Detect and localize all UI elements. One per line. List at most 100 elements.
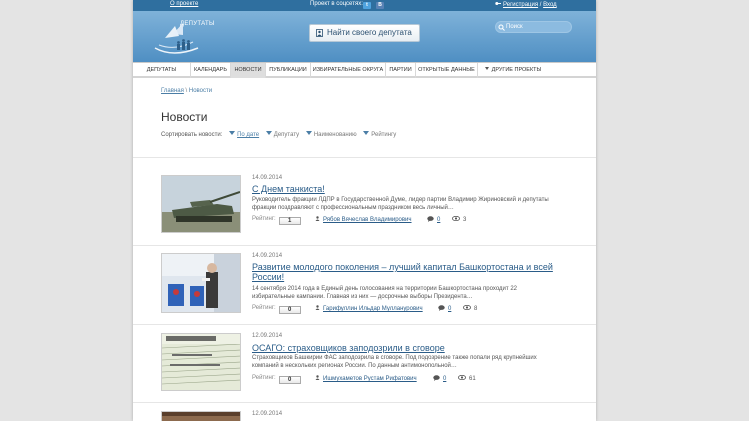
top-bar: О проекте Проект в соцсетях: t B Регистр… xyxy=(133,0,596,11)
rating-box[interactable]: 1 xyxy=(278,217,301,225)
find-deputy-button[interactable]: Найти своего депутата xyxy=(309,24,420,42)
divider xyxy=(133,245,596,246)
rating-label: Рейтинг: xyxy=(252,375,276,381)
vk-icon[interactable]: B xyxy=(376,1,384,9)
person-icon xyxy=(315,216,320,221)
author-name: Рябов Вячеслав Владимирович xyxy=(323,217,412,223)
search-icon xyxy=(498,24,505,31)
views-count: 61 xyxy=(469,376,476,382)
comment-icon xyxy=(433,375,440,381)
logo-text: ДЕПУТАТЫ xyxy=(180,21,215,27)
tank-image xyxy=(162,176,240,232)
comments-count: 0 xyxy=(448,306,452,312)
page-title: Новости xyxy=(161,110,208,124)
breadcrumb-home[interactable]: Главная xyxy=(161,88,184,94)
sort-by-name[interactable]: Наименованию xyxy=(314,132,357,138)
comments-link[interactable]: 0 xyxy=(427,216,440,223)
news-excerpt: Страховщиков Башкирии ФАС заподозрила в … xyxy=(252,355,537,369)
views-counter: 61 xyxy=(458,375,476,382)
header: ДЕПУТАТЫ Найти своего депутата Поиск xyxy=(133,11,596,62)
sort-arrow-icon xyxy=(229,131,236,135)
breadcrumb: Главная \ Новости xyxy=(161,88,212,94)
comments-count: 0 xyxy=(443,376,447,382)
rating-label: Рейтинг: xyxy=(252,216,276,222)
author-link[interactable]: Ишмухаметов Рустам Рифатович xyxy=(315,375,417,382)
views-count: 3 xyxy=(463,217,467,223)
news-thumbnail-tank[interactable] xyxy=(161,175,241,233)
sort-by-date[interactable]: По дате xyxy=(237,132,259,138)
person-icon xyxy=(315,305,320,310)
social-label: Проект в соцсетях: xyxy=(310,1,363,7)
eye-icon xyxy=(452,216,460,221)
sort-by-rating[interactable]: Рейтингу xyxy=(371,132,396,138)
nav-item-publications[interactable]: ПУБЛИКАЦИИ xyxy=(266,63,311,78)
sort-by-deputy[interactable]: Депутату xyxy=(274,132,299,138)
news-excerpt: 14 сентября 2014 года в Единый день голо… xyxy=(252,286,517,300)
news-title-link[interactable]: С Днем танкиста! xyxy=(252,184,562,194)
comments-count: 0 xyxy=(437,217,441,223)
eye-icon xyxy=(463,305,471,310)
search-placeholder: Поиск xyxy=(506,24,523,30)
rating-box[interactable]: 0 xyxy=(278,306,301,314)
divider xyxy=(133,157,596,158)
rating-label: Рейтинг: xyxy=(252,305,276,311)
person-icon xyxy=(315,375,320,380)
nav-item-calendar[interactable]: КАЛЕНДАРЬ xyxy=(191,63,231,78)
author-name: Гарифуллин Ильдар Мулланурович xyxy=(323,306,423,312)
auth-links: Регистрация / Вход xyxy=(495,1,557,8)
sort-arrow-icon xyxy=(265,131,272,135)
author-name: Ишмухаметов Рустам Рифатович xyxy=(323,376,417,382)
news-date: 12.09.2014 xyxy=(252,333,283,339)
news-meta: Рейтинг: 0 Гарифуллин Ильдар Мулланурович… xyxy=(252,305,552,315)
news-title-link[interactable]: Развитие молодого поколения – лучший кап… xyxy=(252,262,562,282)
comments-link[interactable]: 0 xyxy=(433,375,446,382)
nav-item-parties[interactable]: ПАРТИИ xyxy=(386,63,416,78)
news-thumbnail-voting[interactable] xyxy=(161,253,241,313)
voting-image xyxy=(162,254,240,312)
chevron-down-icon xyxy=(484,67,489,70)
nav-item-districts[interactable]: ИЗБИРАТЕЛЬНЫЕ ОКРУГА xyxy=(311,63,386,78)
page-container: О проекте Проект в соцсетях: t B Регистр… xyxy=(133,0,596,421)
nav-item-other-projects[interactable]: ДРУГИЕ ПРОЕКТЫ xyxy=(478,63,548,78)
views-counter: 3 xyxy=(452,216,466,223)
views-count: 8 xyxy=(474,306,478,312)
news-meta: Рейтинг: 1 Рябов Вячеслав Владимирович 0 … xyxy=(252,216,552,226)
news-excerpt: Руководитель фракции ЛДПР в Государствен… xyxy=(252,197,549,211)
nav-item-news[interactable]: НОВОСТИ xyxy=(231,63,266,78)
news-title-link[interactable]: ОСАГО: страховщиков заподозрили в сговор… xyxy=(252,343,562,353)
sort-arrow-icon xyxy=(363,131,370,135)
policy-document-image xyxy=(162,334,240,390)
main-nav: ДЕПУТАТЫ КАЛЕНДАРЬ НОВОСТИ ПУБЛИКАЦИИ ИЗ… xyxy=(133,62,596,78)
sort-arrow-icon xyxy=(305,131,312,135)
comment-icon xyxy=(427,216,434,222)
news-date: 14.09.2014 xyxy=(252,253,283,259)
eye-icon xyxy=(458,375,466,380)
news-meta: Рейтинг: 0 Ишмухаметов Рустам Рифатович 0… xyxy=(252,375,552,385)
nav-item-open-data[interactable]: ОТКРЫТЫЕ ДАННЫЕ xyxy=(416,63,478,78)
twitter-icon[interactable]: t xyxy=(363,1,371,9)
divider xyxy=(133,402,596,403)
views-counter: 8 xyxy=(463,305,477,312)
nav-item-other-projects-label: ДРУГИЕ ПРОЕКТЫ xyxy=(491,67,542,73)
rating-box[interactable]: 0 xyxy=(278,376,301,384)
author-link[interactable]: Рябов Вячеслав Владимирович xyxy=(315,216,412,223)
news-date: 12.09.2014 xyxy=(252,411,283,417)
news-date: 14.09.2014 xyxy=(252,175,283,181)
register-link[interactable]: Регистрация xyxy=(503,2,538,8)
author-link[interactable]: Гарифуллин Ильдар Мулланурович xyxy=(315,305,423,312)
comments-link[interactable]: 0 xyxy=(438,305,451,312)
search-input[interactable]: Поиск xyxy=(495,21,572,33)
nav-item-deputies[interactable]: ДЕПУТАТЫ xyxy=(133,63,191,78)
find-deputy-label: Найти своего депутата xyxy=(327,28,412,37)
person-icon xyxy=(316,29,323,37)
news-thumbnail-policy[interactable] xyxy=(161,333,241,391)
sort-bar: Сортировать новости: По дате Депутату На… xyxy=(161,131,396,138)
sort-label: Сортировать новости: xyxy=(161,132,223,138)
divider xyxy=(133,324,596,325)
comment-icon xyxy=(438,305,445,311)
breadcrumb-current: Новости xyxy=(188,88,213,94)
news-thumbnail-partial[interactable] xyxy=(161,411,241,421)
partial-image xyxy=(162,412,240,421)
login-link[interactable]: Вход xyxy=(543,2,557,8)
about-project-link[interactable]: О проекте xyxy=(170,1,198,7)
